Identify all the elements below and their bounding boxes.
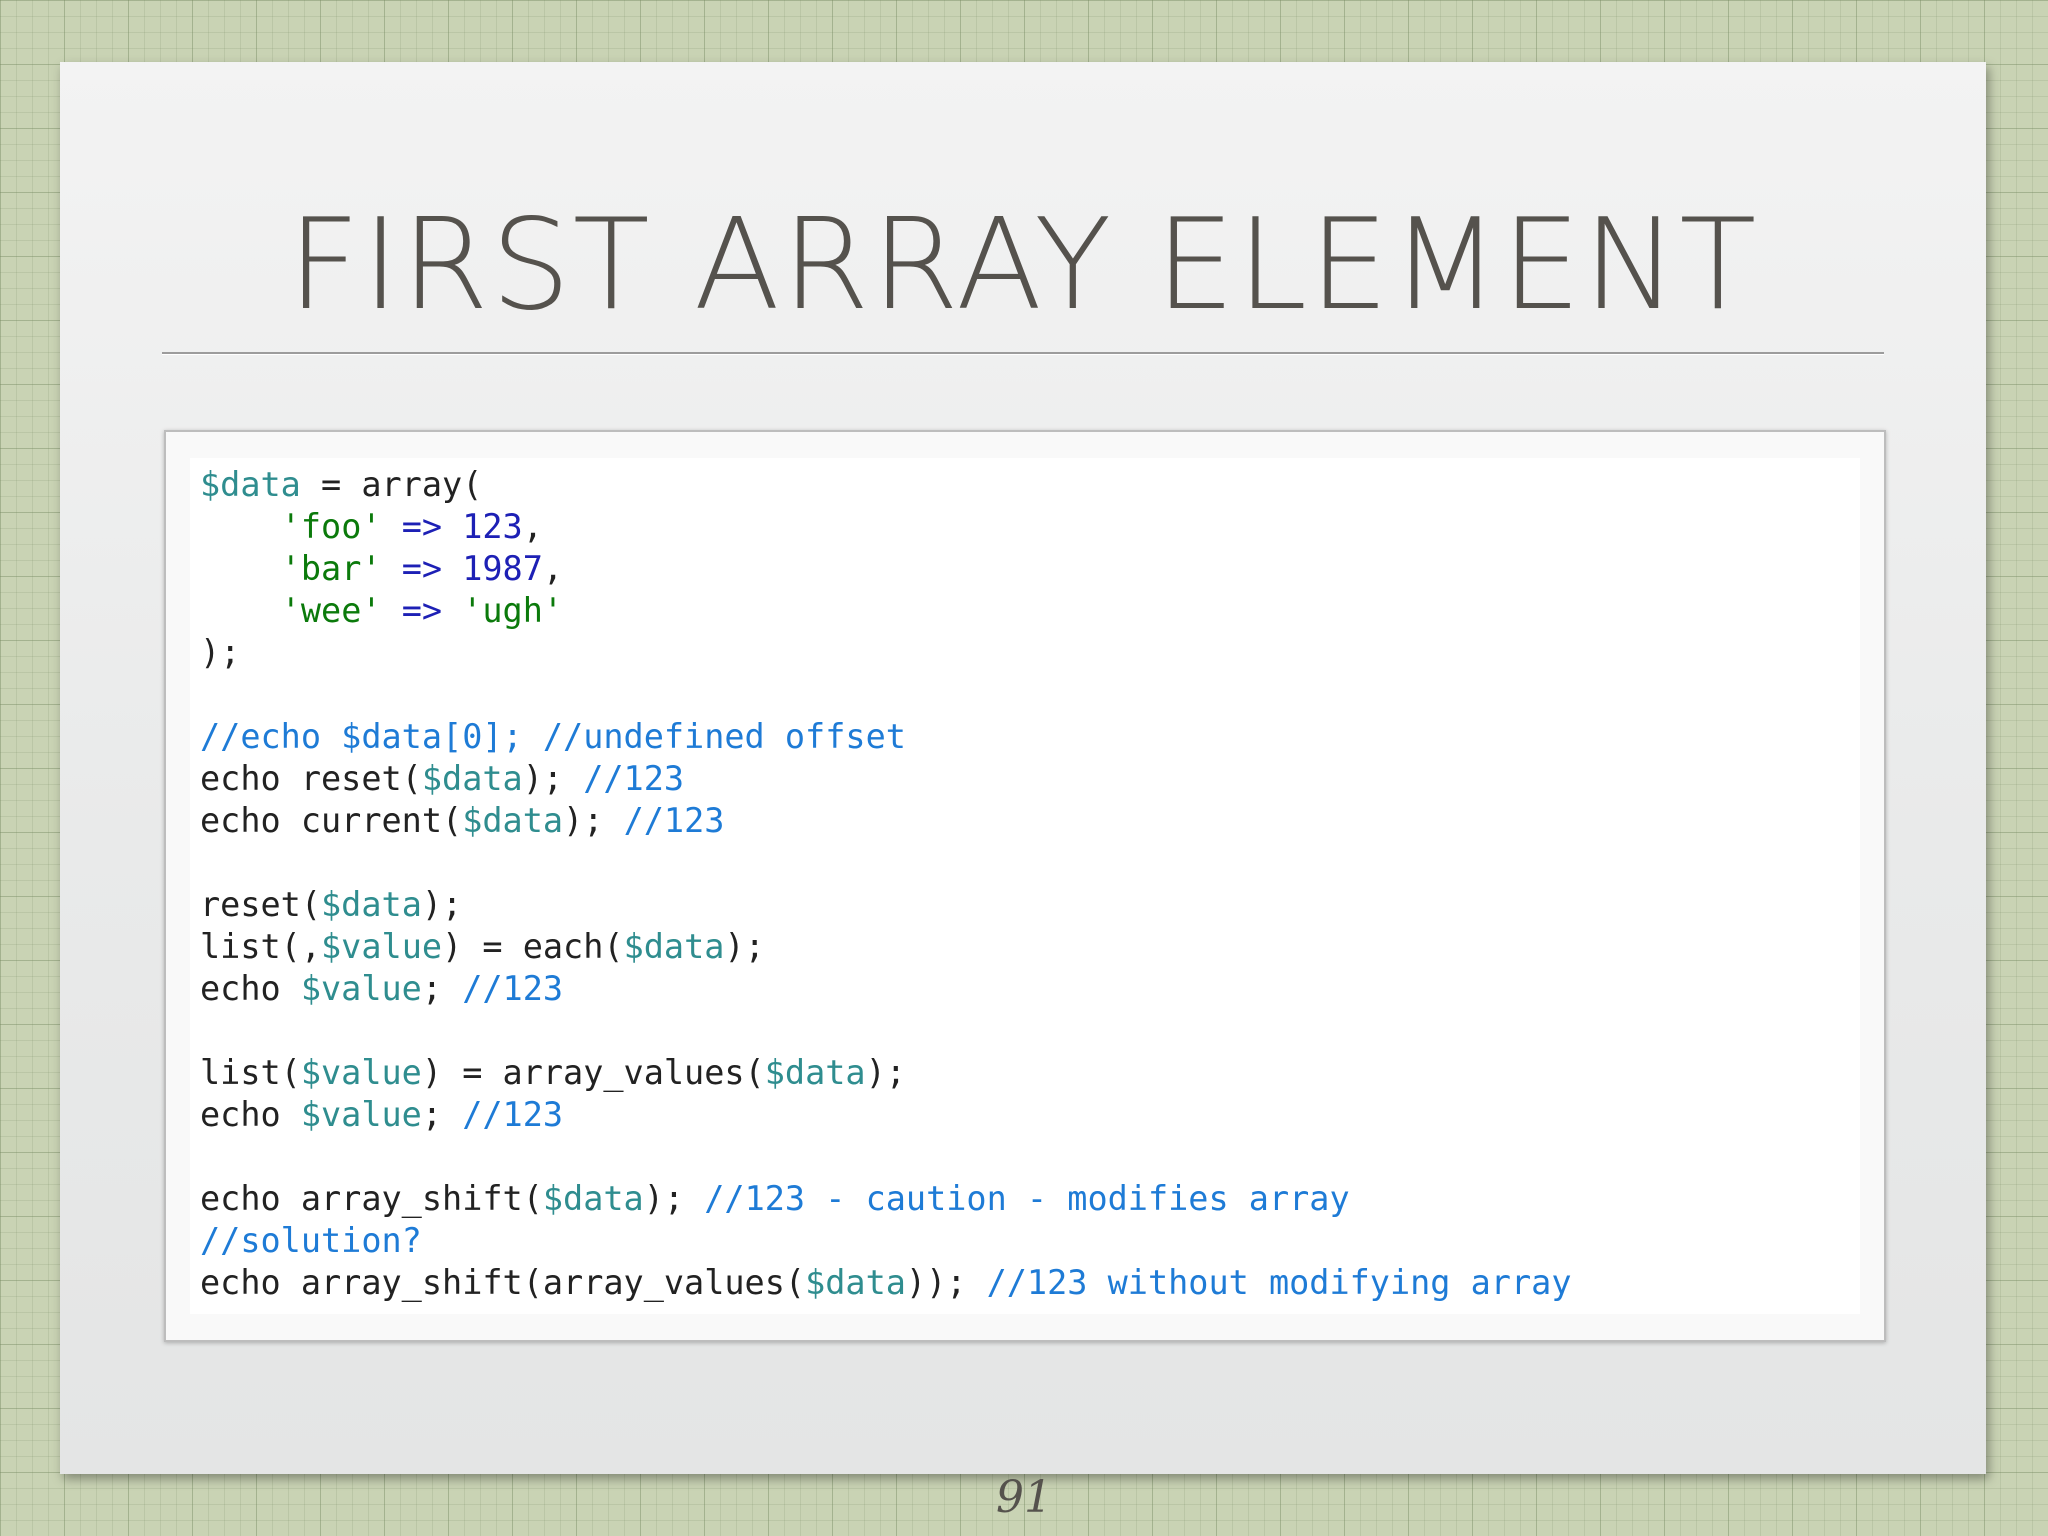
code-token: echo [200, 1095, 301, 1134]
code-line: ); [200, 632, 1572, 674]
code-line: 'bar' => 1987, [200, 548, 1572, 590]
code-token: //123 [462, 1095, 564, 1134]
code-line: list(,$value) = each($data); [200, 926, 1572, 968]
code-line: 'wee' => 'ugh' [200, 590, 1572, 632]
code-token: $data [805, 1263, 906, 1302]
code-line: reset($data); [200, 884, 1572, 926]
code-line: echo $value; //123 [200, 968, 1572, 1010]
code-token: //123 [583, 759, 685, 798]
code-line: //solution? [200, 1220, 1572, 1262]
code-token: = array( [300, 465, 483, 504]
code-token: //123 [462, 969, 564, 1008]
code-token: 'wee' [280, 591, 382, 630]
code-token: echo [200, 969, 301, 1008]
code-token: , [542, 549, 564, 588]
code-token: ; [421, 969, 463, 1008]
code-token: 123 [462, 507, 523, 546]
code-token: => [401, 549, 443, 588]
code-token: echo array_shift(array_values( [200, 1263, 806, 1302]
code-line: 'foo' => 123, [200, 506, 1572, 548]
code-token: ); [563, 801, 624, 840]
code-token: => [401, 507, 443, 546]
code-token: ); [522, 759, 584, 798]
code-line: //echo $data[0]; //undefined offset [200, 716, 1572, 758]
code-token: 'bar' [280, 549, 382, 588]
code-token: $data [764, 1053, 866, 1092]
code-token: $value [300, 969, 422, 1008]
code-line: list($value) = array_values($data); [200, 1052, 1572, 1094]
code-token: )); [905, 1263, 987, 1302]
code-token: //123 - caution - modifies array [704, 1179, 1350, 1218]
code-token: echo current( [200, 801, 463, 840]
code-token: $data [421, 759, 523, 798]
title-divider [162, 352, 1884, 355]
code-token: 1987 [462, 549, 543, 588]
slide: FIRST ARRAY ELEMENT $data = array( 'foo'… [60, 62, 1986, 1474]
code-token: //123 [623, 801, 725, 840]
code-token: ); [865, 1053, 906, 1092]
code-token: => [401, 591, 443, 630]
code-token: //echo $data[0]; //undefined offset [200, 717, 906, 756]
code-token: $data [200, 465, 301, 504]
code-token: ; [421, 1095, 463, 1134]
code-token: $data [623, 927, 725, 966]
code-token: $value [300, 1053, 422, 1092]
code-token: ); [200, 633, 241, 672]
code-line: echo reset($data); //123 [200, 758, 1572, 800]
code-block: $data = array( 'foo' => 123, 'bar' => 19… [190, 458, 1860, 1314]
code-token: $data [462, 801, 564, 840]
code-token: //123 without modifying array [986, 1263, 1572, 1302]
code-token: $data [542, 1179, 644, 1218]
code-token: echo array_shift( [200, 1179, 543, 1218]
code-token: reset( [200, 885, 322, 924]
code-token: //solution? [200, 1221, 422, 1260]
code-line: echo array_shift($data); //123 - caution… [200, 1178, 1572, 1220]
code-token: , [522, 507, 543, 546]
code-token: ) = each( [442, 927, 624, 966]
code-token: 'ugh' [462, 591, 564, 630]
code-block-frame: $data = array( 'foo' => 123, 'bar' => 19… [164, 430, 1886, 1342]
slide-title: FIRST ARRAY ELEMENT [287, 191, 1759, 338]
code-token: ) = array_values( [421, 1053, 765, 1092]
code-token: $value [321, 927, 443, 966]
code-token: list(, [200, 927, 322, 966]
code-token: 'foo' [280, 507, 382, 546]
code-token: $data [321, 885, 422, 924]
code-listing: $data = array( 'foo' => 123, 'bar' => 19… [200, 464, 1572, 1304]
code-line: $data = array( [200, 464, 1572, 506]
page-number: 91 [996, 1472, 1052, 1523]
code-token: ); [421, 885, 463, 924]
code-token: list( [200, 1053, 301, 1092]
code-token: echo reset( [200, 759, 422, 798]
code-token: $value [300, 1095, 422, 1134]
code-token: ); [724, 927, 765, 966]
code-line: echo array_shift(array_values($data)); /… [200, 1262, 1572, 1304]
code-line: echo current($data); //123 [200, 800, 1572, 842]
code-line: echo $value; //123 [200, 1094, 1572, 1136]
code-token: ); [643, 1179, 705, 1218]
